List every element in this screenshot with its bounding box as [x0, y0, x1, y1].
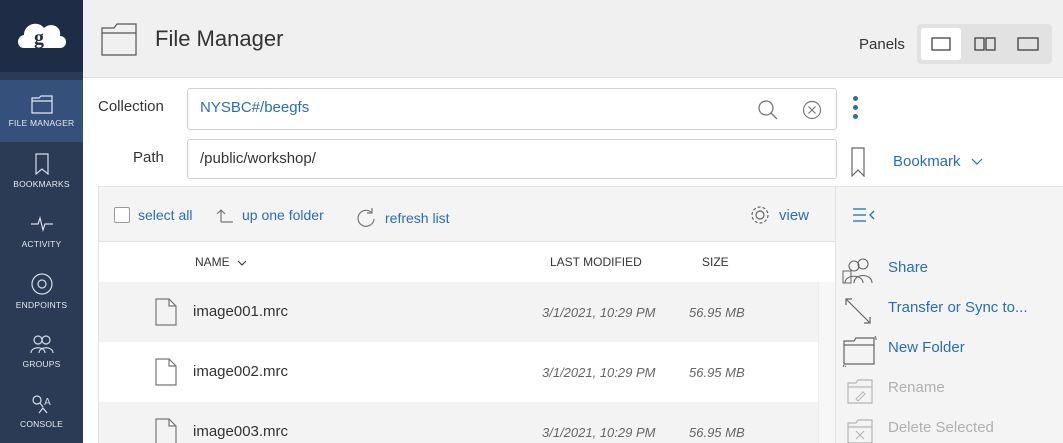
scrollbar[interactable]: [818, 282, 835, 443]
page-title: File Manager: [155, 26, 284, 51]
table-row[interactable]: image002.mrc 3/1/2021, 10:29 PM 56.95 MB: [98, 342, 835, 402]
up-one-folder-label: up one folder: [242, 207, 324, 223]
endpoint-icon: [30, 273, 53, 295]
sidebar-item-label: ENDPOINTS: [15, 300, 68, 310]
single-panel-icon: [931, 37, 951, 51]
transfer-action[interactable]: Transfer or Sync to...: [836, 291, 1063, 329]
page-header: File Manager Panels: [83, 0, 1063, 78]
file-modified: 3/1/2021, 10:29 PM: [542, 305, 656, 320]
file-size: 56.95 MB: [689, 425, 745, 440]
file-name: image003.mrc: [193, 423, 289, 440]
view-label: view: [779, 206, 810, 224]
path-label: Path: [133, 149, 164, 166]
double-panel-icon: [974, 37, 996, 51]
folder-icon: [30, 95, 53, 114]
actions-panel: Share Transfer or Sync to... New Folder …: [835, 186, 1063, 443]
table-row[interactable]: image001.mrc 3/1/2021, 10:29 PM 56.95 MB: [98, 282, 835, 342]
share-icon: [842, 258, 873, 284]
table-row[interactable]: image003.mrc 3/1/2021, 10:29 PM 56.95 MB: [98, 402, 835, 443]
file-icon: [155, 418, 177, 443]
globus-logo[interactable]: g: [0, 0, 83, 72]
chevron-down-icon: [971, 158, 983, 165]
chevron-down-icon: [237, 260, 247, 266]
wide-panel-button[interactable]: [1008, 28, 1048, 60]
up-arrow-icon: [216, 209, 233, 223]
name-column-header[interactable]: NAME: [195, 255, 247, 269]
refresh-list-label: refresh list: [385, 210, 450, 226]
share-action[interactable]: Share: [836, 251, 1063, 289]
wide-panel-icon: [1017, 37, 1039, 51]
file-size: 56.95 MB: [689, 305, 745, 320]
file-modified: 3/1/2021, 10:29 PM: [542, 365, 656, 380]
collection-label: Collection: [98, 98, 164, 115]
sidebar: g FILE MANAGER BOOKMARKS ACTIVITY ENDPOI…: [0, 0, 83, 443]
svg-text:g: g: [34, 27, 44, 49]
panels-label: Panels: [859, 36, 905, 53]
gear-icon: [751, 206, 769, 224]
path-field[interactable]: /public/workshop/: [187, 139, 837, 179]
collection-value: NYSBC#/beegfs: [200, 99, 310, 116]
delete-selected-label: Delete Selected: [888, 419, 994, 436]
up-one-folder-button[interactable]: up one folder: [216, 207, 324, 223]
share-label: Share: [888, 259, 929, 276]
rename-action[interactable]: Rename: [836, 371, 1063, 409]
sidebar-item-endpoints[interactable]: ENDPOINTS: [0, 260, 83, 322]
new-folder-icon: [842, 335, 877, 367]
sidebar-item-label: CONSOLE: [20, 419, 63, 429]
console-icon: A: [31, 395, 51, 414]
refresh-list-button[interactable]: refresh list: [355, 207, 450, 229]
delete-icon: [847, 419, 873, 443]
file-icon: [155, 298, 177, 326]
name-column-label: NAME: [195, 255, 230, 269]
sidebar-item-bookmarks[interactable]: BOOKMARKS: [0, 140, 83, 202]
last-modified-column-header[interactable]: LAST MODIFIED: [550, 255, 642, 269]
double-panel-button[interactable]: [965, 28, 1005, 60]
file-name: image001.mrc: [193, 303, 289, 320]
single-panel-button[interactable]: [921, 28, 961, 60]
search-icon[interactable]: [757, 99, 779, 121]
transfer-icon: [845, 298, 871, 324]
bookmark-icon[interactable]: [851, 147, 865, 177]
collection-field[interactable]: NYSBC#/beegfs: [187, 88, 837, 130]
groups-icon: [29, 335, 54, 354]
activity-icon: [30, 215, 53, 233]
file-size: 56.95 MB: [689, 365, 745, 380]
file-icon: [155, 358, 177, 386]
path-value: /public/workshop/: [200, 150, 316, 167]
refresh-icon: [357, 208, 375, 227]
collapse-panel-icon[interactable]: [852, 207, 876, 223]
bookmark-dropdown[interactable]: Bookmark: [893, 153, 983, 170]
folder-icon: [101, 23, 137, 56]
new-folder-label: New Folder: [888, 339, 965, 356]
sidebar-item-label: GROUPS: [22, 359, 61, 369]
clear-icon[interactable]: [802, 100, 822, 120]
select-all-button[interactable]: select all: [114, 207, 192, 223]
globus-logo-icon: g: [17, 23, 66, 49]
file-name: image002.mrc: [193, 363, 289, 380]
bookmark-icon: [34, 153, 49, 175]
more-options-button[interactable]: [853, 96, 859, 123]
view-button[interactable]: view: [749, 204, 809, 226]
sidebar-item-label: BOOKMARKS: [13, 179, 70, 189]
table-header: NAME LAST MODIFIED SIZE: [98, 242, 835, 282]
sidebar-item-groups[interactable]: GROUPS: [0, 320, 83, 382]
select-all-checkbox[interactable]: [114, 207, 130, 223]
new-folder-action[interactable]: New Folder: [836, 331, 1063, 369]
delete-selected-action[interactable]: Delete Selected: [836, 411, 1063, 443]
transfer-label: Transfer or Sync to...: [888, 299, 1028, 316]
sidebar-item-label: FILE MANAGER: [8, 118, 75, 128]
bookmark-label: Bookmark: [893, 153, 961, 170]
file-toolbar: select all up one folder refresh list vi…: [98, 186, 835, 242]
file-modified: 3/1/2021, 10:29 PM: [542, 425, 656, 440]
panels-toggle-group: [917, 24, 1052, 64]
sidebar-item-label: ACTIVITY: [21, 239, 62, 249]
sidebar-item-activity[interactable]: ACTIVITY: [0, 200, 83, 262]
sidebar-item-console[interactable]: A CONSOLE: [0, 380, 83, 442]
select-all-label: select all: [138, 207, 193, 223]
svg-text:A: A: [44, 397, 51, 408]
sidebar-item-file-manager[interactable]: FILE MANAGER: [0, 80, 83, 142]
rename-label: Rename: [888, 379, 945, 396]
size-column-header[interactable]: SIZE: [702, 255, 729, 269]
rename-icon: [847, 379, 873, 404]
